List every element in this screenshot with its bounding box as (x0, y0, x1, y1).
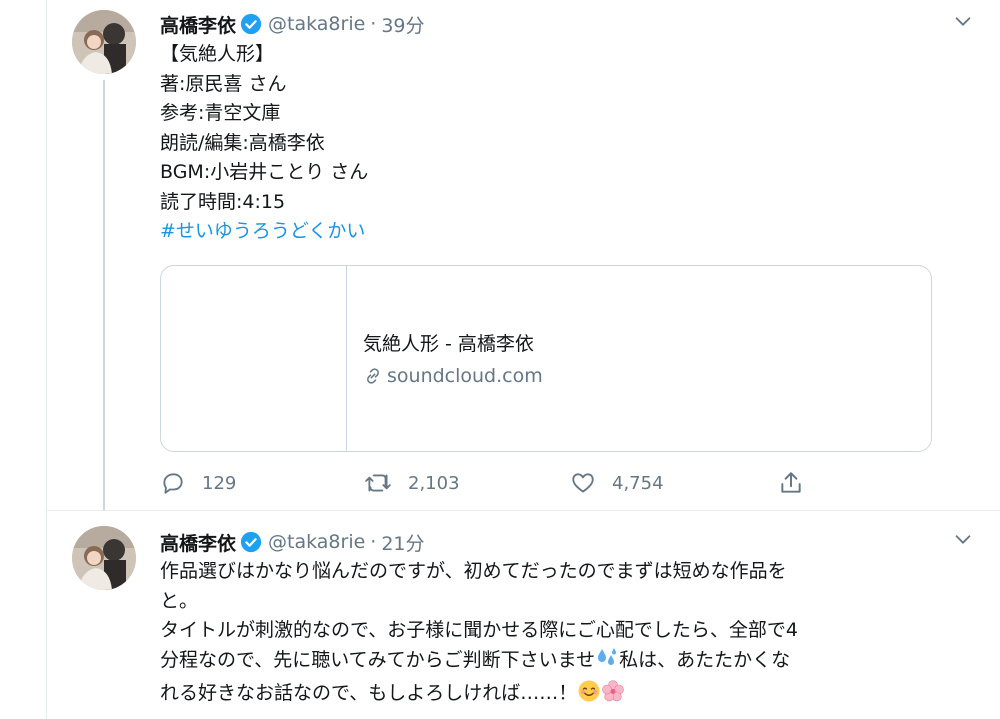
share-button[interactable] (778, 470, 820, 496)
tweet-text: 【気絶人形】 著:原民喜 さん 参考:青空文庫 朗読/編集:高橋李依 BGM:小… (160, 40, 368, 247)
tweet-line: 朗読/編集:高橋李依 (160, 131, 325, 154)
card-title: 気絶人形 - 高橋李依 (363, 333, 534, 355)
verified-badge-icon (240, 531, 262, 553)
handle[interactable]: @taka8rie (268, 13, 365, 35)
cherry-blossom-emoji (601, 679, 625, 713)
tweet-line: 【気絶人形】 (160, 43, 275, 65)
avatar[interactable] (72, 526, 136, 590)
link-icon (367, 368, 379, 384)
tweet-line: 分程なので、先に聴いてみてからご判断下さいませ 私は、あたたかくな (160, 646, 930, 680)
tweet-line-part: 分程なので、先に聴いてみてからご判断下さいませ (160, 648, 596, 671)
like-button[interactable]: 4,754 (570, 470, 664, 496)
tweet-line: 参考:青空文庫 (160, 102, 281, 124)
chevron-down-icon[interactable] (952, 10, 974, 32)
hashtag-link[interactable]: #せいゆうろうどくかい (160, 217, 368, 247)
card-thumbnail (161, 266, 347, 451)
like-count: 4,754 (612, 472, 664, 494)
retweet-icon (365, 474, 391, 492)
tweet-actions: 129 2,103 4,754 (160, 470, 801, 496)
timestamp[interactable]: 21分 (381, 529, 424, 556)
thread-line (103, 80, 105, 510)
card-domain: soundcloud.com (363, 365, 543, 387)
tweet-line: 著:原民喜 さん (160, 72, 287, 95)
display-name[interactable]: 高橋李依 (160, 529, 236, 556)
tweet-line: タイトルが刺激的なので、お子様に聞かせる際にご心配でしたら、全部で4 (160, 619, 798, 641)
tweet-2[interactable]: 高橋李依 @taka8rie · 21分 作品選びはかなり悩んだのですが、初めて… (46, 510, 1000, 719)
reply-icon (163, 473, 183, 494)
heart-icon (572, 473, 594, 493)
chevron-down-icon[interactable] (952, 528, 974, 550)
share-icon (781, 472, 801, 493)
card-domain-text: soundcloud.com (387, 365, 543, 387)
retweet-count: 2,103 (408, 472, 460, 494)
avatar[interactable] (72, 10, 136, 74)
verified-badge-icon (240, 13, 262, 35)
tweet-1[interactable]: 高橋李依 @taka8rie · 39分 【気絶人形】 著:原民喜 さん 参考:… (46, 0, 1000, 510)
tweet-text: 作品選びはかなり悩んだのですが、初めてだったのでまずは短めな作品を と。 タイト… (160, 557, 930, 713)
tweet-line: 読了時間:4:15 (160, 190, 286, 213)
tweet-header: 高橋李依 @taka8rie · 21分 (160, 528, 425, 556)
handle[interactable]: @taka8rie (268, 531, 365, 553)
display-name[interactable]: 高橋李依 (160, 11, 236, 38)
link-card[interactable]: 気絶人形 - 高橋李依 soundcloud.com (160, 265, 932, 452)
tweet-line-part: れる好きなお話なので、もしよろしければ……！ (160, 682, 578, 704)
reply-count: 129 (202, 472, 237, 494)
separator-dot: · (370, 531, 377, 553)
timestamp[interactable]: 39分 (381, 11, 424, 38)
tweet-line: と。 (160, 589, 199, 612)
tweet-line-part: 私は、あたたかくな (619, 648, 791, 671)
tweet-line: BGM:小岩井ことり さん (160, 161, 369, 183)
reply-button[interactable]: 129 (160, 470, 236, 496)
tweet-line: れる好きなお話なので、もしよろしければ……！ (160, 679, 930, 713)
retweet-button[interactable]: 2,103 (364, 470, 460, 496)
tweet-header: 高橋李依 @taka8rie · 39分 (160, 10, 425, 38)
separator-dot: · (370, 13, 377, 35)
sweat-droplets-emoji (595, 646, 619, 680)
tweet-line: 作品選びはかなり悩んだのですが、初めてだったのでまずは短めな作品を (160, 560, 787, 582)
smiling-face-emoji (577, 679, 601, 713)
